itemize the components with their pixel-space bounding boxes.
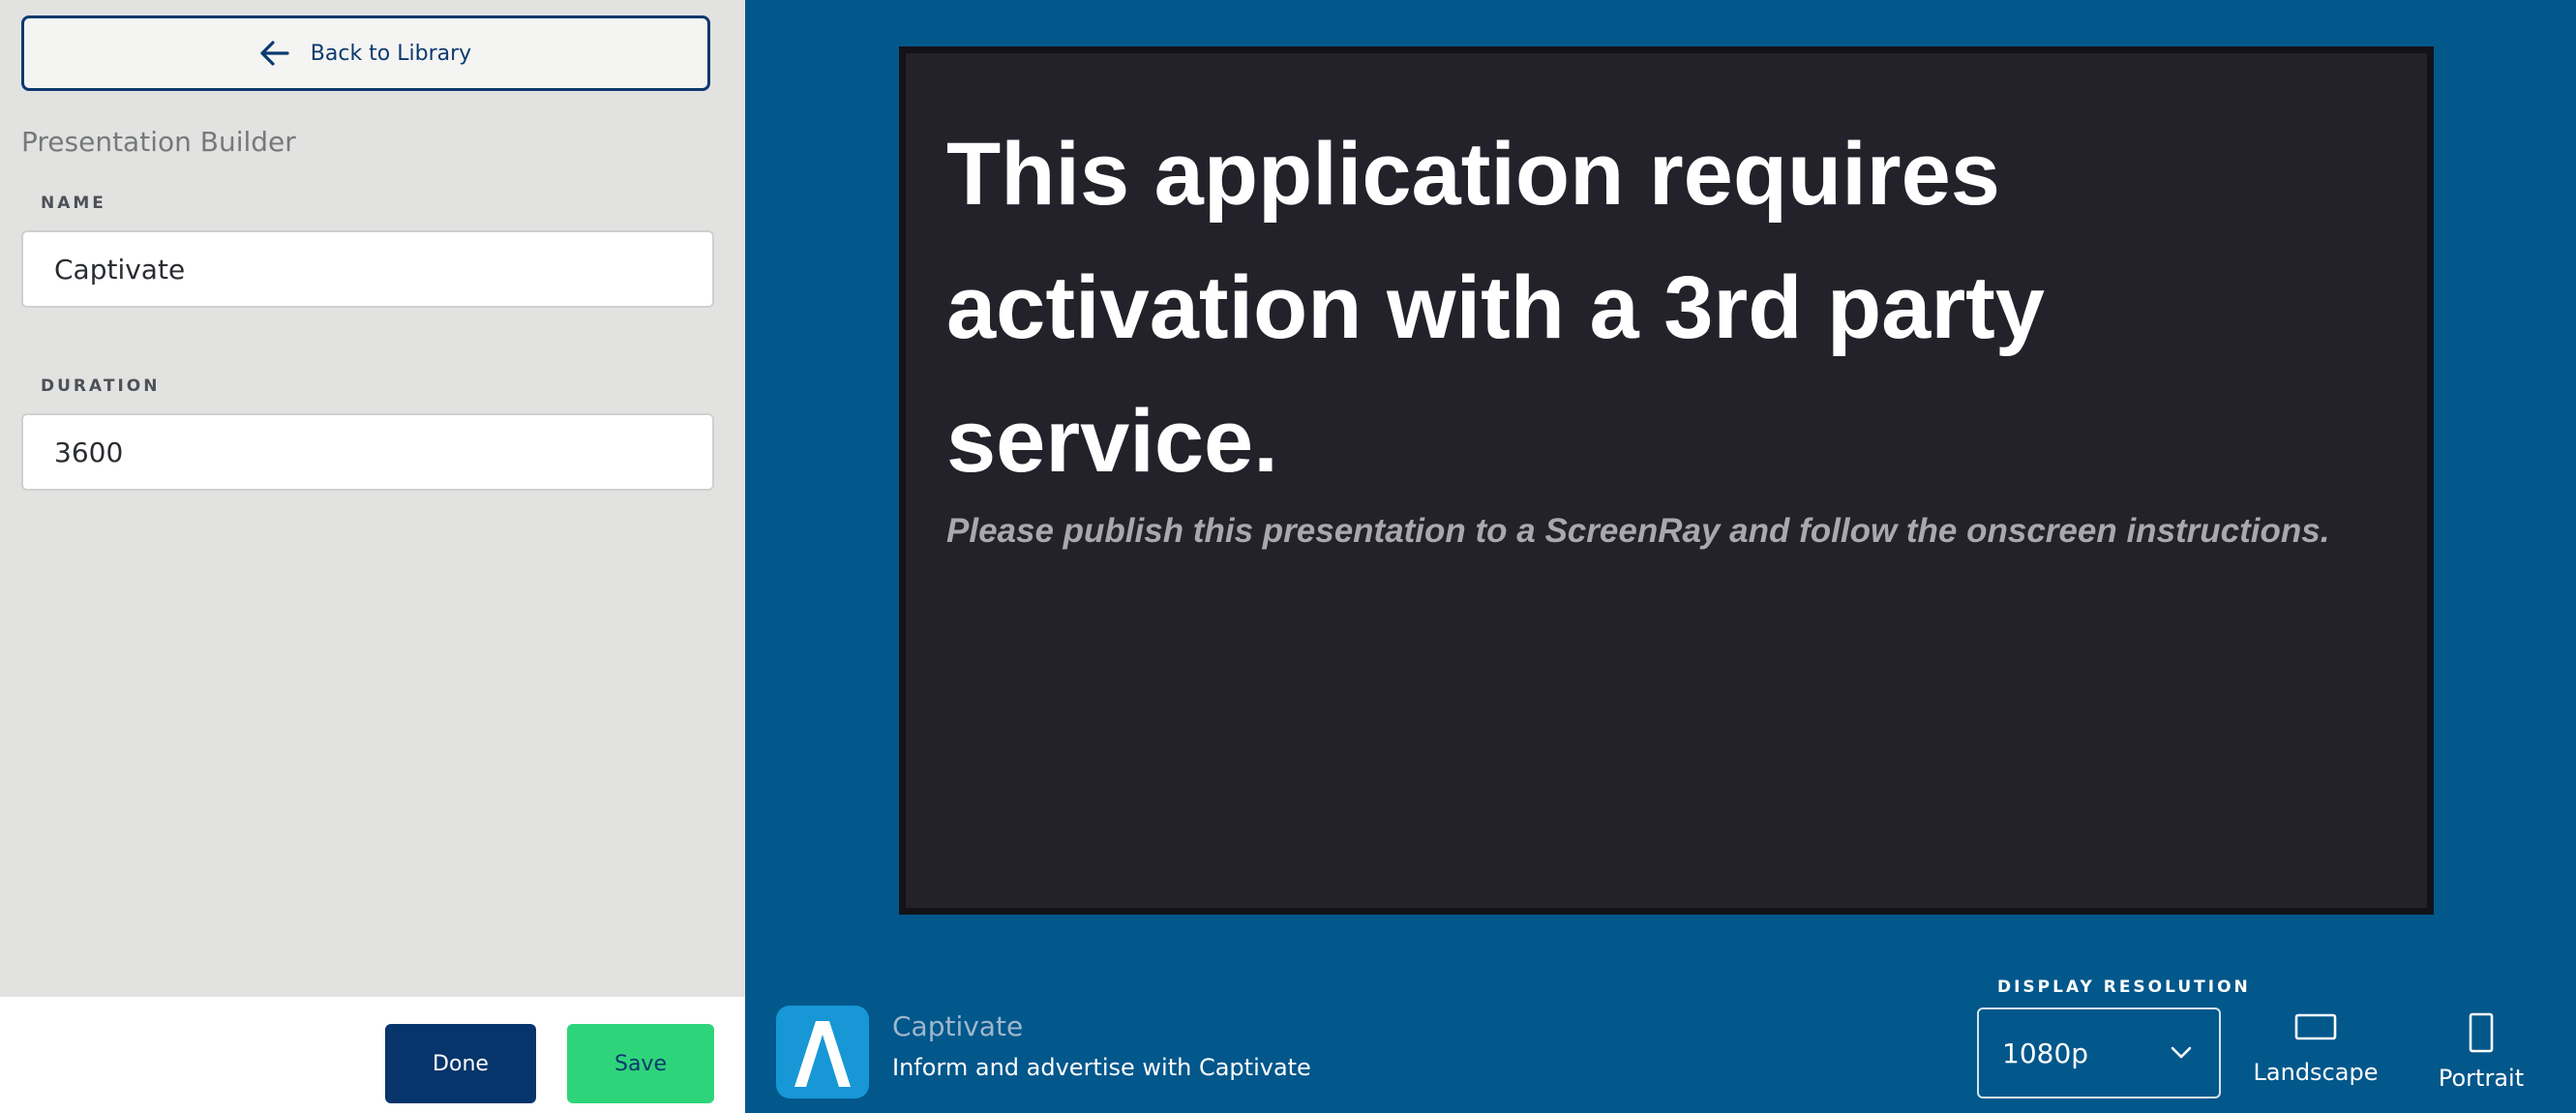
preview-subheading: Please publish this presentation to a Sc… [946,512,2330,550]
arrow-left-icon [260,41,289,66]
back-to-library-button[interactable]: Back to Library [21,15,710,91]
chevron-down-icon [2171,1046,2192,1059]
app-description: Inform and advertise with Captivate [892,1054,1311,1081]
save-button[interactable]: Save [567,1024,714,1103]
display-resolution-select[interactable]: 1080p [1977,1008,2221,1098]
name-input[interactable] [21,230,714,308]
name-field-label: NAME [41,194,106,213]
duration-field-label: DURATION [41,376,161,396]
app-name: Captivate [892,1010,1024,1042]
duration-input[interactable] [21,413,714,491]
landscape-rectangle-icon [2294,1013,2337,1040]
portrait-label: Portrait [2438,1065,2525,1092]
done-button[interactable]: Done [385,1024,536,1103]
preview-heading: This application requires activation wit… [946,125,2045,491]
landscape-toggle[interactable]: Landscape [2243,1012,2388,1086]
display-resolution-label: DISPLAY RESOLUTION [1997,978,2251,997]
presentation-preview: This application requires activation wit… [899,46,2434,915]
panel-title: Presentation Builder [21,126,296,158]
captivate-logo-icon [776,1006,869,1098]
portrait-toggle[interactable]: Portrait [2413,1012,2549,1092]
back-button-label: Back to Library [310,41,472,66]
builder-sidebar: Back to Library Presentation Builder NAM… [0,0,745,997]
action-footer: Done Save [0,997,745,1113]
landscape-label: Landscape [2253,1059,2379,1086]
portrait-rectangle-icon [2469,1012,2494,1053]
resolution-value: 1080p [2002,1037,2089,1069]
